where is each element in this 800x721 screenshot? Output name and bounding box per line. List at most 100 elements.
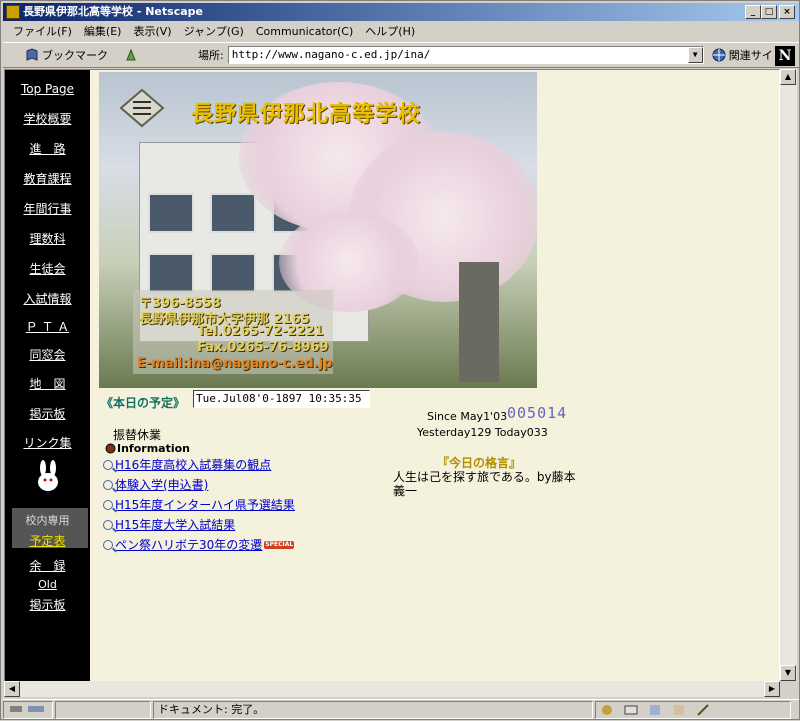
search-icon bbox=[103, 539, 113, 550]
minimize-button[interactable]: _ bbox=[745, 5, 761, 19]
horizontal-scrollbar[interactable]: ◀ ▶ bbox=[4, 681, 780, 697]
maximize-button[interactable]: □ bbox=[761, 5, 777, 19]
school-crest-icon bbox=[119, 88, 165, 128]
sidebar-item-science-course[interactable]: 理数科 bbox=[5, 230, 90, 247]
browser-window: 長野県伊那北高等学校 - Netscape _ □ × ファイル(F) 編集(E… bbox=[0, 0, 800, 720]
info-link-row: H16年度高校入試募集の観点 bbox=[103, 456, 271, 473]
menu-view[interactable]: 表示(V) bbox=[127, 22, 177, 41]
old-label[interactable]: Old bbox=[5, 578, 90, 591]
scroll-up-icon[interactable]: ▲ bbox=[780, 69, 796, 85]
banner-email: E-mail:ina@nagano-c.ed.jp bbox=[137, 356, 333, 371]
menu-bar: ファイル(F) 編集(E) 表示(V) ジャンプ(G) Communicator… bbox=[3, 22, 799, 41]
sidebar-item-school-overview[interactable]: 学校概要 bbox=[5, 110, 90, 127]
sidebar-item-annual-events[interactable]: 年間行事 bbox=[5, 200, 90, 217]
progress-cell bbox=[55, 700, 151, 719]
banner-fax: Fax.0265-76-8969 bbox=[197, 340, 329, 355]
netscape-app-icon bbox=[6, 5, 20, 19]
status-text: ドキュメント: 完了。 bbox=[158, 702, 265, 716]
location-label: 場所: bbox=[198, 49, 224, 62]
school-banner-image: 長野県伊那北高等学校 〒396-8558 長野県伊那市大字伊那 2165 Tel… bbox=[99, 72, 537, 388]
bookmarks-button[interactable]: ブックマーク bbox=[25, 47, 108, 63]
info-link-open-school[interactable]: 体験入学(申込書) bbox=[115, 476, 208, 493]
counter-yesterday-today: Yesterday129 Today033 bbox=[417, 426, 548, 439]
sidebar-item-admissions[interactable]: 入試情報 bbox=[5, 290, 90, 307]
sidebar-nav: Top Page 学校概要 進 路 教育課程 年間行事 理数科 生徒会 入試情報… bbox=[5, 70, 90, 696]
special-badge: SPECIAL bbox=[264, 540, 295, 549]
sidebar-item-old-board[interactable]: 掲示板 bbox=[5, 596, 90, 613]
search-icon bbox=[103, 479, 113, 490]
search-icon bbox=[103, 519, 113, 530]
netscape-logo: N bbox=[775, 46, 795, 66]
title-bar: 長野県伊那北高等学校 - Netscape _ □ × bbox=[3, 3, 799, 21]
sidebar-item-yoroku[interactable]: 余 録 bbox=[5, 557, 90, 574]
information-title: Information bbox=[117, 442, 190, 455]
bullet-ball-icon bbox=[105, 443, 116, 454]
info-link-row: 体験入学(申込書) bbox=[103, 476, 208, 493]
vertical-scrollbar[interactable]: ▲ ▼ bbox=[780, 69, 797, 681]
banner-school-name: 長野県伊那北高等学校 bbox=[191, 101, 422, 127]
scroll-down-icon[interactable]: ▼ bbox=[780, 665, 796, 681]
scroll-right-icon[interactable]: ▶ bbox=[764, 681, 780, 697]
close-button[interactable]: × bbox=[779, 5, 795, 19]
info-link-row: H15年度大学入試結果 bbox=[103, 516, 235, 533]
sidebar-item-links[interactable]: リンク集 bbox=[5, 434, 90, 451]
security-lock-cell bbox=[3, 700, 53, 719]
bookmark-icon bbox=[26, 48, 38, 61]
schedule-heading: 《本日の予定》 bbox=[101, 396, 186, 410]
sidebar-item-alumni[interactable]: 同窓会 bbox=[5, 346, 90, 363]
location-toolbar: ブックマーク 場所: http://www.nagano-c.ed.jp/ina… bbox=[3, 42, 799, 68]
sidebar-item-schedule[interactable]: 予定表 bbox=[5, 532, 90, 549]
clock-field[interactable]: Tue.Jul08'0-1897 10:35:35 bbox=[193, 390, 370, 408]
rabbit-mascot-icon bbox=[38, 460, 58, 491]
menu-edit[interactable]: 編集(E) bbox=[78, 22, 128, 41]
sidebar-item-career[interactable]: 進 路 bbox=[5, 140, 90, 157]
info-link-university-results[interactable]: H15年度大学入試結果 bbox=[115, 516, 235, 533]
school-only-label: 校内専用 bbox=[25, 514, 70, 527]
menu-help[interactable]: ヘルプ(H) bbox=[359, 22, 421, 41]
connection-icon bbox=[10, 705, 44, 712]
related-sites-button[interactable]: 関連サイト bbox=[712, 47, 784, 63]
sidebar-item-bulletin-board[interactable]: 掲示板 bbox=[5, 405, 90, 422]
quote-heading: 『今日の格言』 bbox=[437, 456, 522, 470]
sidebar-item-curriculum[interactable]: 教育課程 bbox=[5, 170, 90, 187]
info-link-pen-festival[interactable]: ペン祭ハリボテ30年の変遷 bbox=[115, 536, 262, 553]
bookmarks-label: ブックマーク bbox=[42, 49, 108, 62]
status-text-cell: ドキュメント: 完了。 bbox=[153, 700, 593, 719]
information-heading: Information bbox=[105, 442, 190, 455]
url-input[interactable]: http://www.nagano-c.ed.jp/ina/ ▼ bbox=[227, 46, 704, 64]
page-proxy-icon[interactable] bbox=[124, 48, 138, 62]
info-link-entrance-exam[interactable]: H16年度高校入試募集の観点 bbox=[115, 456, 271, 473]
page-viewport: Top Page 学校概要 進 路 教育課程 年間行事 理数科 生徒会 入試情報… bbox=[4, 69, 780, 697]
status-bar: ドキュメント: 完了。 bbox=[3, 699, 799, 719]
today-event: 振替休業 bbox=[113, 428, 162, 442]
menu-communicator[interactable]: Communicator(C) bbox=[250, 22, 359, 41]
access-counter: 005014 bbox=[507, 404, 568, 422]
clock-text: Tue.Jul08'0-1897 10:35:35 bbox=[196, 392, 362, 405]
url-text: http://www.nagano-c.ed.jp/ina/ bbox=[231, 48, 431, 61]
address-book-icon[interactable] bbox=[672, 703, 686, 717]
mail-icon[interactable] bbox=[624, 703, 638, 717]
quote-text: 人生は己を探す旅である。by藤本義一 bbox=[393, 470, 576, 498]
scroll-left-icon[interactable]: ◀ bbox=[4, 681, 20, 697]
search-icon bbox=[103, 459, 113, 470]
counter-since-label: Since May1'03 bbox=[427, 410, 508, 423]
sidebar-item-student-council[interactable]: 生徒会 bbox=[5, 260, 90, 277]
info-link-row: ペン祭ハリボテ30年の変遷 SPECIAL bbox=[103, 536, 295, 553]
info-link-row: H15年度インターハイ県予選結果 bbox=[103, 496, 295, 513]
sidebar-item-pta[interactable]: Ｐ Ｔ Ａ bbox=[5, 318, 90, 335]
composer-icon[interactable] bbox=[696, 703, 710, 717]
newsgroup-icon[interactable] bbox=[648, 703, 662, 717]
banner-tel: Tel.0265-72-2221 bbox=[197, 324, 324, 339]
scrollbar-corner bbox=[780, 681, 797, 697]
globe-icon bbox=[712, 48, 726, 62]
window-title: 長野県伊那北高等学校 - Netscape bbox=[23, 5, 203, 18]
search-icon bbox=[103, 499, 113, 510]
menu-go[interactable]: ジャンプ(G) bbox=[178, 22, 250, 41]
menu-file[interactable]: ファイル(F) bbox=[7, 22, 78, 41]
navigator-icon[interactable] bbox=[600, 703, 614, 717]
url-dropdown-icon[interactable]: ▼ bbox=[687, 47, 703, 63]
component-bar bbox=[595, 700, 791, 719]
sidebar-item-map[interactable]: 地 図 bbox=[5, 375, 90, 392]
sidebar-item-top-page[interactable]: Top Page bbox=[5, 82, 90, 96]
info-link-interhigh[interactable]: H15年度インターハイ県予選結果 bbox=[115, 496, 295, 513]
